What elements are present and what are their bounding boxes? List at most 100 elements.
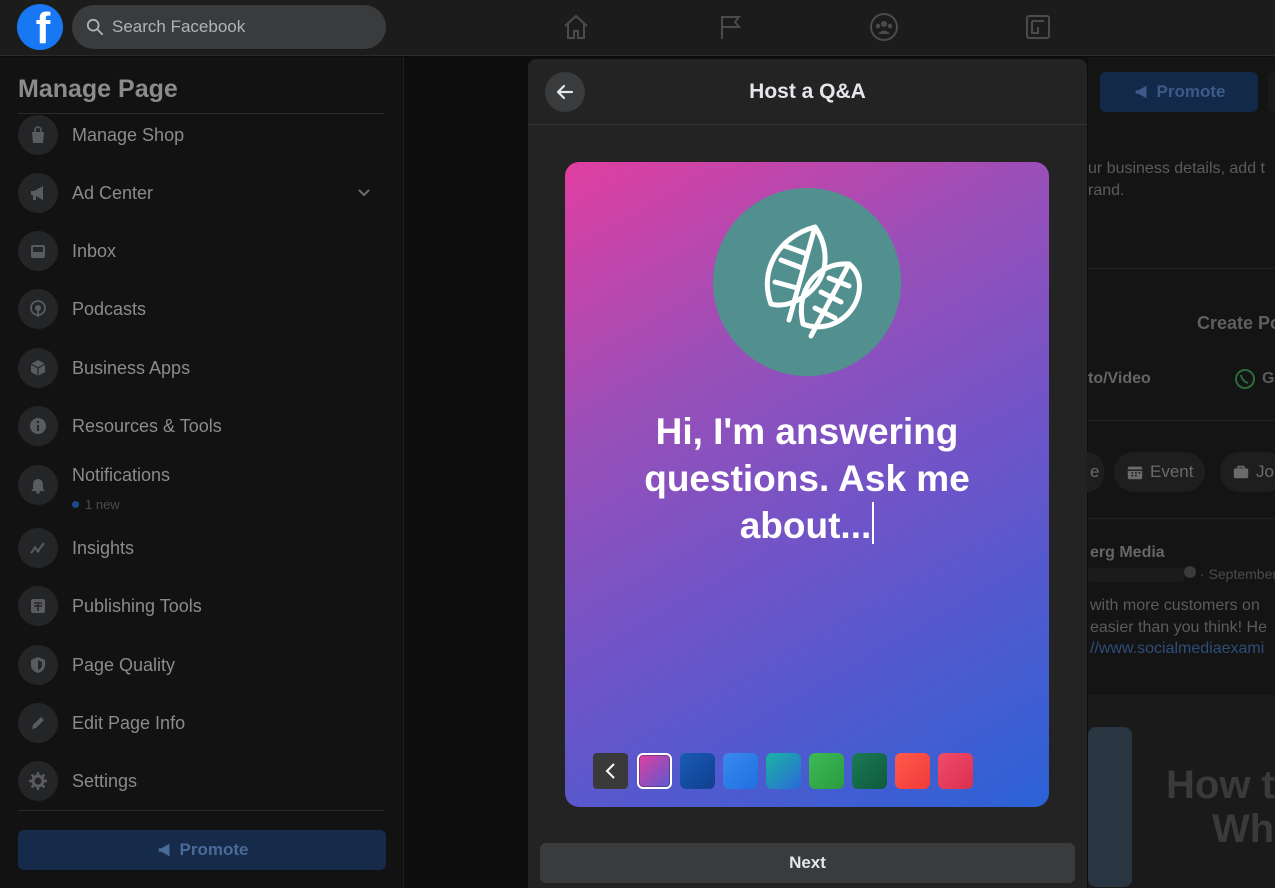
page-avatar [713, 188, 901, 376]
megaphone-icon [18, 173, 58, 213]
redacted-bar [1088, 568, 1184, 582]
divider [1088, 268, 1275, 269]
sidebar-item-business-apps[interactable]: Business Apps [18, 345, 384, 391]
business-details-text: ur business details, add t [1088, 160, 1265, 177]
sidebar-item-manage-shop[interactable]: Manage Shop [18, 112, 384, 158]
sidebar-item-label: Inbox [72, 240, 117, 261]
sidebar-item-label: Ad Center [72, 182, 154, 203]
shield-icon [18, 645, 58, 685]
background-color-picker [593, 753, 981, 789]
sidebar-item-podcasts[interactable]: Podcasts [18, 286, 384, 332]
next-button[interactable]: Next [540, 843, 1075, 883]
sidebar-item-insights[interactable]: Insights [18, 525, 384, 571]
chevron-down-icon[interactable] [356, 184, 372, 200]
megaphone-icon [1135, 85, 1147, 99]
search-box[interactable] [72, 5, 386, 49]
post-text-2: easier than you think! He [1090, 619, 1267, 636]
top-bar: f [0, 0, 1275, 56]
flag-icon[interactable] [713, 10, 747, 44]
pencil-icon [18, 703, 58, 743]
sidebar-item-label: Notifications [72, 465, 171, 485]
sidebar-item-inbox[interactable]: Inbox [18, 228, 384, 274]
swatch-green[interactable] [809, 753, 844, 789]
photo-video-button[interactable]: to/Video [1088, 370, 1151, 388]
groups-icon[interactable] [867, 10, 901, 44]
sidebar-item-label: Settings [72, 770, 138, 791]
sidebar-item-label: Insights [72, 537, 135, 558]
swatch-pink-purple[interactable] [637, 753, 672, 789]
host-qa-dialog: Host a Q&A Hi, I'm answering questions. … [528, 59, 1087, 888]
sidebar-item-notifications[interactable]: Notifications 1 new [18, 461, 384, 512]
pill-partial-label: e [1090, 462, 1100, 481]
swatch-dark-blue[interactable] [680, 753, 715, 789]
next-label: Next [789, 853, 826, 872]
sidebar-item-label: Resources & Tools [72, 415, 222, 436]
business-details-text-2: rand. [1088, 182, 1125, 199]
podcast-icon [18, 289, 58, 329]
facebook-logo[interactable]: f [17, 4, 63, 50]
event-button[interactable]: Event [1114, 452, 1206, 492]
header-promote-button[interactable]: Promote [1100, 72, 1258, 112]
back-button[interactable] [545, 72, 585, 112]
thumbnail-text-line-1: How t [1166, 763, 1275, 807]
post-date: · September [1200, 566, 1275, 582]
sidebar-item-publishing-tools[interactable]: Publishing Tools [18, 583, 384, 629]
divider [1088, 420, 1275, 421]
swatch-red-pink[interactable] [938, 753, 973, 789]
post-author[interactable]: erg Media [1090, 544, 1165, 562]
home-icon[interactable] [559, 10, 593, 44]
swatch-blue[interactable] [723, 753, 758, 789]
info-icon [18, 406, 58, 446]
gaming-icon[interactable] [1021, 10, 1055, 44]
sidebar-item-label: Manage Shop [72, 124, 185, 145]
create-post-button[interactable]: Create Po [1197, 313, 1275, 334]
dialog-title: Host a Q&A [749, 80, 866, 103]
sidebar-item-label: Page Quality [72, 654, 176, 675]
qa-prompt-content: Hi, I'm answering questions. Ask me abou… [644, 411, 970, 546]
sidebar-promote-button[interactable]: Promote [18, 830, 386, 870]
sidebar-item-ad-center[interactable]: Ad Center [18, 170, 384, 216]
notifications-count: 1 new [72, 497, 120, 512]
manage-page-sidebar: Manage Page Manage Shop Ad Center Inbox … [0, 57, 404, 888]
promote-label: Promote [1156, 82, 1226, 101]
promote-label: Promote [179, 840, 249, 859]
post-thumbnail[interactable]: How t Wh [1088, 695, 1275, 888]
briefcase-icon [1233, 465, 1249, 479]
publishing-icon [18, 586, 58, 626]
globe-icon [1184, 566, 1196, 578]
sidebar-item-label: Edit Page Info [72, 712, 186, 733]
sidebar-item-resources-tools[interactable]: Resources & Tools [18, 403, 384, 449]
swatch-dark-green[interactable] [852, 753, 887, 789]
sidebar-item-edit-page-info[interactable]: Edit Page Info [18, 700, 384, 746]
cube-icon [18, 348, 58, 388]
more-button[interactable] [1268, 72, 1275, 112]
text-cursor [872, 502, 875, 544]
sidebar-item-label: Publishing Tools [72, 595, 202, 616]
sidebar-item-settings[interactable]: Settings [18, 758, 384, 804]
post-link[interactable]: //www.socialmediaexami [1090, 640, 1264, 658]
qa-prompt-text[interactable]: Hi, I'm answering questions. Ask me abou… [595, 408, 1019, 549]
swatch-red-orange[interactable] [895, 753, 930, 789]
thumbnail-text-line-2: Wh [1212, 807, 1275, 851]
swatch-teal[interactable] [766, 753, 801, 789]
chevron-left-icon [605, 763, 615, 779]
post-text-1: with more customers on [1090, 597, 1260, 614]
swatch-prev-button[interactable] [593, 753, 628, 789]
sidebar-item-label: Business Apps [72, 357, 191, 378]
whatsapp-button[interactable]: G [1234, 368, 1274, 390]
dialog-header: Host a Q&A [528, 59, 1087, 125]
sidebar-title: Manage Page [18, 75, 178, 103]
calendar-icon [1127, 466, 1143, 480]
inbox-icon [18, 231, 58, 271]
logo-letter: f [35, 4, 51, 51]
megaphone-icon [158, 843, 170, 857]
sidebar-item-page-quality[interactable]: Page Quality [18, 642, 384, 688]
whatsapp-icon [1235, 369, 1255, 389]
qa-preview-card[interactable]: Hi, I'm answering questions. Ask me abou… [565, 162, 1049, 807]
app: f Manage Page Manage Shop Ad Center [0, 0, 1275, 888]
search-icon [86, 18, 104, 36]
jobs-label: Jo [1256, 462, 1274, 481]
search-input[interactable] [112, 17, 372, 37]
jobs-button[interactable]: Jo [1220, 452, 1275, 492]
whatsapp-label: G [1262, 370, 1275, 387]
